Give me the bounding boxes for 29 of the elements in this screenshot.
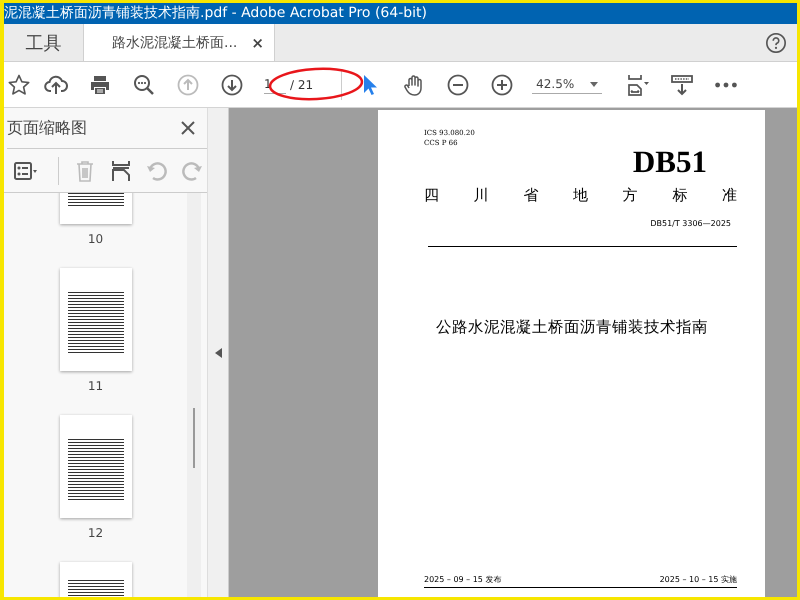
- close-icon[interactable]: ×: [251, 34, 264, 52]
- close-icon[interactable]: [181, 121, 195, 135]
- page-count: / 21: [289, 78, 314, 92]
- standard-number: DB51/T 3306—2025: [650, 219, 731, 228]
- page-thumbnail[interactable]: [60, 415, 132, 518]
- plus-circle-icon: [490, 72, 514, 96]
- minus-circle-icon: [446, 72, 470, 96]
- page-number: 12: [88, 526, 104, 540]
- issue-date: 2025 – 09 – 15 发布: [424, 574, 502, 585]
- standard-code: DB51: [632, 148, 707, 176]
- more-icon: [714, 80, 738, 88]
- read-mode-icon: [670, 72, 694, 96]
- cloud-upload-icon: [44, 72, 68, 96]
- panel-title: 页面缩略图: [7, 118, 87, 138]
- page-number: 10: [88, 232, 104, 246]
- page-number: 11: [88, 379, 104, 393]
- zoom-search-icon: [132, 72, 156, 96]
- star-icon: [7, 72, 31, 96]
- caret-icon: [590, 82, 598, 86]
- standard-category: 四川省地方标准: [424, 186, 737, 205]
- document-title: 公路水泥混凝土桥面沥青铺装技术指南: [436, 317, 709, 338]
- window-title: 泥混凝土桥面沥青铺装技术指南.pdf - Adobe Acrobat Pro (64-bit): [4, 5, 428, 21]
- help-icon[interactable]: [765, 32, 787, 54]
- collapse-arrow-icon[interactable]: [214, 348, 222, 358]
- scrollbar[interactable]: [187, 193, 201, 597]
- effective-date: 2025 – 10 – 15 实施: [660, 574, 737, 585]
- zoom-dropdown[interactable]: 42.5%: [532, 75, 602, 94]
- tab[interactable]: 路水泥混凝土桥面... ×: [84, 24, 275, 61]
- page-thumbnail[interactable]: [60, 268, 132, 371]
